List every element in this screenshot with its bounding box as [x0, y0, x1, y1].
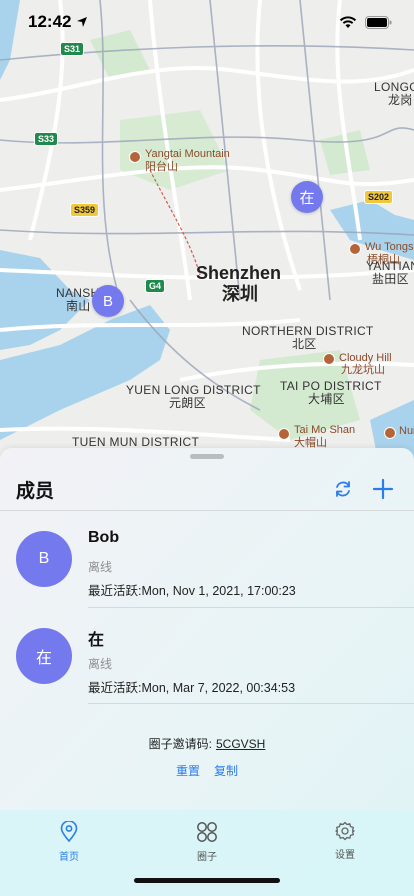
poi-label: 阳台山 — [145, 161, 178, 173]
district-label: 盐田区 — [372, 272, 409, 286]
route-shield-s31: S31 — [60, 42, 85, 56]
route-shield-s202: S202 — [364, 190, 394, 204]
tab-label: 圈子 — [197, 852, 217, 863]
refresh-icon — [336, 481, 350, 497]
tab-bar: 首页 圈子 设置 — [0, 810, 414, 896]
map-view[interactable]: S31 S33 S359 S202 G4 Yangtai Mountain 阳台… — [0, 0, 414, 470]
poi-label: Wu Tongsh — [365, 241, 414, 253]
home-indicator — [134, 878, 280, 883]
poi-label: Nui — [399, 425, 414, 437]
location-arrow-icon — [77, 17, 88, 27]
mountain-poi-icon — [349, 243, 361, 255]
copy-button[interactable]: 复制 — [214, 762, 238, 779]
tab-home[interactable]: 首页 — [0, 810, 138, 896]
district-label: 元朗区 — [169, 396, 206, 410]
sheet-title: 成员 — [16, 480, 55, 502]
plus-icon — [372, 478, 394, 500]
tab-circles[interactable]: 圈子 — [138, 810, 276, 896]
mountain-poi-icon — [278, 428, 290, 440]
district-label: 南山 — [66, 299, 91, 313]
mountain-poi-icon — [129, 151, 141, 163]
district-label: 大埔区 — [308, 392, 345, 406]
invite-code-row: 圈子邀请码: 5CGVSH — [0, 735, 414, 752]
tab-label: 设置 — [335, 850, 355, 861]
member-map-marker[interactable]: B — [92, 285, 124, 317]
row-divider — [88, 703, 414, 704]
sheet-header: 成员 — [0, 468, 414, 510]
district-label: YUEN LONG DISTRICT — [126, 383, 261, 397]
status-bar: 12:42 — [0, 0, 414, 44]
invite-code[interactable]: 5CGVSH — [216, 737, 265, 751]
member-last-active: 最近活跃:Mon, Mar 7, 2022, 00:34:53 — [88, 681, 296, 695]
map-base — [0, 0, 414, 470]
avatar: B — [16, 531, 72, 587]
wifi-icon — [339, 15, 357, 28]
refresh-button[interactable] — [328, 474, 358, 504]
poi-label: Yangtai Mountain — [145, 148, 230, 160]
invite-label: 圈子邀请码: — [148, 737, 212, 751]
district-label: LONGG — [374, 80, 414, 94]
district-label: TUEN MUN DISTRICT — [72, 435, 200, 449]
district-label: NORTHERN DISTRICT — [242, 324, 374, 338]
member-map-marker[interactable]: 在 — [291, 181, 323, 213]
route-shield-s33: S33 — [34, 132, 59, 146]
add-member-button[interactable] — [368, 474, 398, 504]
sheet-grabber[interactable] — [190, 454, 224, 459]
member-row[interactable]: B Bob 离线 最近活跃:Mon, Nov 1, 2021, 17:00:23 — [0, 511, 414, 607]
member-status: 离线 — [88, 560, 113, 574]
tab-settings[interactable]: 设置 — [276, 810, 414, 896]
gear-icon — [335, 821, 355, 841]
district-label: 北区 — [292, 337, 317, 351]
location-pin-icon — [60, 821, 78, 843]
invite-actions: 重置 复制 — [0, 762, 414, 779]
city-label: 深圳 — [222, 284, 258, 304]
city-label: Shenzhen — [196, 263, 282, 283]
poi-label: 九龙坑山 — [341, 364, 385, 376]
tab-label: 首页 — [59, 852, 79, 863]
district-label: TAI PO DISTRICT — [280, 379, 382, 393]
route-shield-s359: S359 — [70, 203, 100, 217]
member-name: Bob — [88, 529, 120, 546]
member-name: 在 — [88, 632, 105, 649]
member-status: 离线 — [88, 657, 113, 671]
member-row[interactable]: 在 在 离线 最近活跃:Mon, Mar 7, 2022, 00:34:53 — [0, 608, 414, 704]
poi-label: Tai Mo Shan — [294, 424, 356, 436]
mountain-poi-icon — [384, 427, 396, 439]
route-shield-g4: G4 — [145, 279, 166, 293]
circles-grid-icon — [197, 822, 217, 842]
district-label: 龙岗 — [388, 93, 413, 107]
avatar: 在 — [16, 628, 72, 684]
district-label: YANTIAN — [366, 259, 414, 273]
reset-button[interactable]: 重置 — [176, 762, 200, 779]
member-last-active: 最近活跃:Mon, Nov 1, 2021, 17:00:23 — [88, 584, 296, 598]
battery-icon — [365, 15, 392, 29]
mountain-poi-icon — [323, 353, 335, 365]
status-time: 12:42 — [28, 12, 72, 31]
